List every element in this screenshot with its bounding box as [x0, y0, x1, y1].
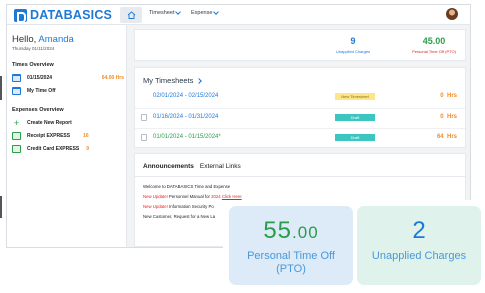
announcement-item: Welcome to DATABASICS Time and Expense	[143, 184, 231, 189]
sidebar-item-my-time-off[interactable]: My Time Off	[12, 86, 124, 96]
sidebar-item-credit-card-express[interactable]: Credit Card EXPRESS 9	[12, 144, 124, 154]
pto-value[interactable]: 45.00	[411, 36, 457, 46]
sidebar-item-label: Credit Card EXPRESS	[27, 146, 80, 152]
sidebar-item-timesheet-period[interactable]: 01/15/2024 64.00 Hrs	[12, 73, 124, 83]
plus-icon: +	[13, 118, 20, 128]
timesheet-dates: 02/01/2024 - 02/15/2024	[153, 93, 219, 99]
unapplied-callout-tile: 2 Unapplied Charges	[357, 206, 481, 285]
status-badge: New Timesheet	[335, 93, 375, 100]
user-avatar[interactable]	[446, 8, 458, 20]
chevron-right-icon	[196, 77, 203, 84]
receipt-icon	[12, 132, 21, 140]
timesheet-hours: 64 Hrs	[436, 134, 457, 140]
left-edge-mark	[0, 76, 2, 100]
unapplied-callout-label: Unapplied Charges	[371, 250, 467, 262]
timesheet-hours: 0 Hrs	[440, 93, 457, 99]
my-timesheets-label: My Timesheets	[143, 76, 194, 85]
timesheet-dates: 01/16/2024 - 01/31/2024	[153, 114, 219, 120]
pto-callout-tile: 55.00 Personal Time Off (PTO)	[229, 206, 353, 285]
tab-divider	[135, 176, 465, 177]
sidebar-item-create-new-report[interactable]: + Create New Report	[12, 118, 124, 128]
status-badge: Draft	[335, 134, 375, 141]
calendar-icon	[12, 87, 21, 95]
sidebar-item-receipt-express[interactable]: Receipt EXPRESS 16	[12, 131, 124, 141]
greeting: Hello, Amanda	[12, 34, 74, 45]
announcement-tabs: Announcements External Links	[143, 163, 241, 170]
logo-icon	[14, 8, 27, 23]
announcement-item: New Customer, Request for a New La	[143, 214, 216, 219]
tab-external-links[interactable]: External Links	[200, 163, 241, 170]
unapplied-charges-value[interactable]: 9	[333, 36, 373, 46]
expenses-overview-heading: Expenses Overview	[12, 107, 64, 113]
times-overview-heading: Times Overview	[12, 62, 54, 68]
timesheet-row[interactable]: 02/01/2024 - 02/15/2024 New Timesheet 0 …	[135, 88, 465, 106]
unapplied-charges-label: Unapplied Charges	[335, 49, 371, 54]
click-here-link[interactable]: Click Here	[222, 194, 242, 199]
sidebar-item-value: 64.00 Hrs	[101, 75, 124, 81]
sidebar-item-label: My Time Off	[27, 88, 56, 94]
timesheet-row[interactable]: 01/16/2024 - 01/31/2024 Draft 0 Hrs	[135, 108, 465, 126]
screenshot-stage: DATABASICS Timesheet Expense Hello, Aman…	[0, 0, 485, 293]
home-icon	[127, 11, 135, 19]
sidebar-item-label: Receipt EXPRESS	[27, 133, 71, 139]
nav-timesheet-label: Timesheet	[149, 10, 175, 16]
calendar-icon	[12, 74, 21, 82]
chevron-down-icon	[213, 9, 220, 15]
sidebar-item-count: 9	[86, 146, 90, 152]
timesheet-list: 02/01/2024 - 02/15/2024 New Timesheet 0 …	[135, 88, 465, 148]
announcement-item: New Update! Information Security Po	[143, 204, 214, 209]
document-icon	[141, 134, 147, 141]
nav-timesheet[interactable]: Timesheet	[149, 9, 182, 16]
home-button[interactable]	[120, 7, 142, 23]
current-date: Thursday 01/11/2024	[12, 46, 55, 51]
my-timesheets-title[interactable]: My Timesheets	[143, 76, 203, 85]
pto-label: Personal Time Off (PTO)	[412, 49, 456, 54]
sidebar-item-count: 16	[83, 133, 89, 139]
databasics-logo[interactable]: DATABASICS	[14, 8, 113, 23]
status-badge: Draft	[335, 114, 375, 121]
timesheet-dates: 01/01/2024 - 01/15/2024*	[153, 134, 221, 140]
sidebar: Hello, Amanda Thursday 01/11/2024 Times …	[7, 25, 127, 247]
nav-expense-label: Expense	[191, 10, 213, 16]
credit-card-icon	[12, 145, 21, 153]
pto-callout-value: 55.00	[263, 217, 319, 244]
document-icon	[141, 114, 147, 121]
timesheet-row[interactable]: 01/01/2024 - 01/15/2024* Draft 64 Hrs	[135, 128, 465, 146]
timesheet-hours: 0 Hrs	[440, 114, 457, 120]
greeting-text: Hello,	[12, 34, 37, 45]
user-name: Amanda	[38, 34, 74, 45]
pto-callout-label: Personal Time Off (PTO)	[247, 250, 335, 275]
top-nav-bar: DATABASICS Timesheet Expense	[7, 5, 470, 25]
sidebar-item-label: 01/15/2024	[27, 75, 53, 81]
my-timesheets-card: My Timesheets 02/01/2024 - 02/15/2024 Ne…	[134, 67, 466, 148]
tab-announcements[interactable]: Announcements	[143, 163, 194, 170]
callout-overlay: 55.00 Personal Time Off (PTO) 2 Unapplied…	[223, 200, 485, 293]
stats-card: 9 Unapplied Charges 45.00 Personal Time …	[134, 29, 466, 61]
nav-expense[interactable]: Expense	[191, 9, 220, 16]
logo-text: DATABASICS	[30, 8, 113, 22]
sidebar-item-label: Create New Report	[27, 120, 72, 126]
unapplied-callout-value: 2	[412, 217, 426, 244]
left-edge-mark	[0, 196, 2, 218]
announcement-item: New Update! Personnel Manual for 2024 Cl…	[143, 194, 242, 199]
chevron-down-icon	[175, 9, 182, 15]
